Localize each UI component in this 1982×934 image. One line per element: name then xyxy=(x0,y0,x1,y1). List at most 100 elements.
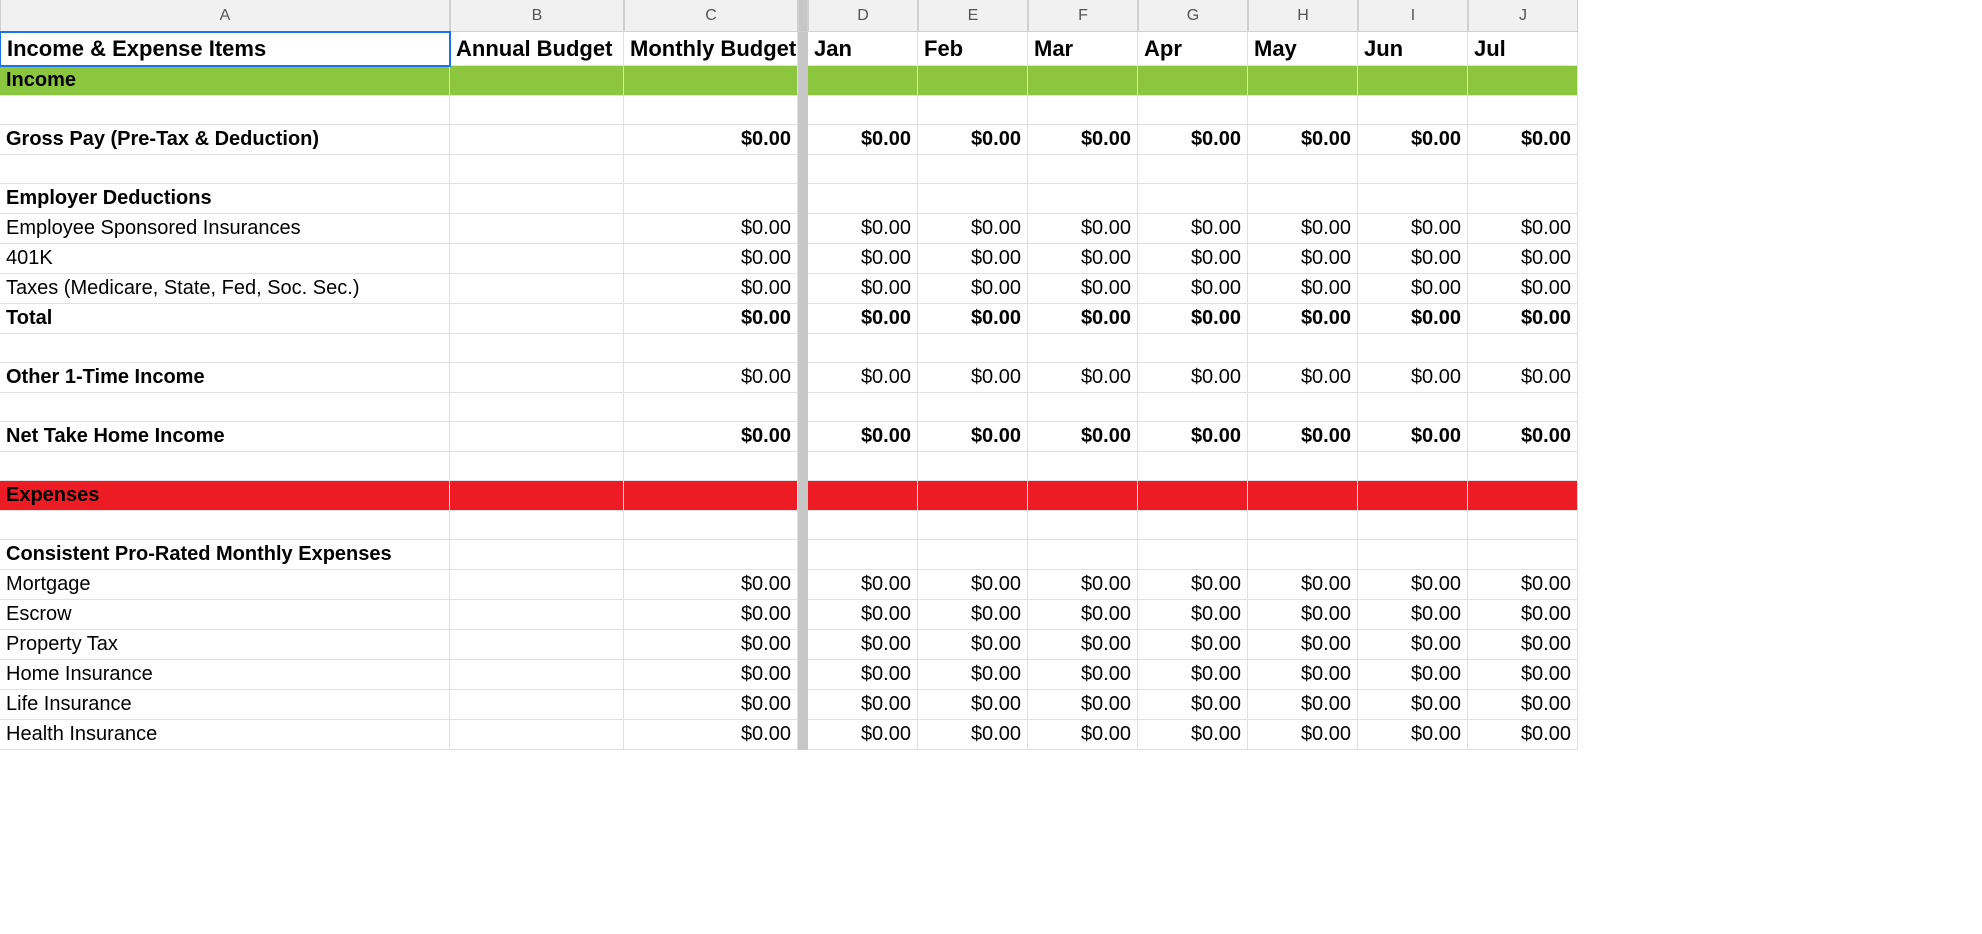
cell-r6-J[interactable]: $0.00 xyxy=(1468,244,1578,274)
cell-r16-G[interactable] xyxy=(1138,540,1248,570)
cell-r5-C[interactable]: $0.00 xyxy=(624,214,798,244)
cell-r11-A[interactable] xyxy=(0,393,450,422)
cell-r13-I[interactable] xyxy=(1358,452,1468,481)
cell-r21-H[interactable]: $0.00 xyxy=(1248,690,1358,720)
cell-r22-F[interactable]: $0.00 xyxy=(1028,720,1138,750)
cell-r20-I[interactable]: $0.00 xyxy=(1358,660,1468,690)
cell-r4-H[interactable] xyxy=(1248,184,1358,214)
cell-r8-G[interactable]: $0.00 xyxy=(1138,304,1248,334)
cell-r20-F[interactable]: $0.00 xyxy=(1028,660,1138,690)
cell-r4-G[interactable] xyxy=(1138,184,1248,214)
cell-r5-E[interactable]: $0.00 xyxy=(918,214,1028,244)
cell-r8-C[interactable]: $0.00 xyxy=(624,304,798,334)
cell-r20-J[interactable]: $0.00 xyxy=(1468,660,1578,690)
cell-r22-G[interactable]: $0.00 xyxy=(1138,720,1248,750)
cell-r15-E[interactable] xyxy=(918,511,1028,540)
cell-r6-H[interactable]: $0.00 xyxy=(1248,244,1358,274)
cell-r18-D[interactable]: $0.00 xyxy=(808,600,918,630)
cell-r5-D[interactable]: $0.00 xyxy=(808,214,918,244)
cell-r7-I[interactable]: $0.00 xyxy=(1358,274,1468,304)
cell-r1-G[interactable] xyxy=(1138,96,1248,125)
cell-r6-D[interactable]: $0.00 xyxy=(808,244,918,274)
cell-r11-C[interactable] xyxy=(624,393,798,422)
column-header-D[interactable]: D xyxy=(808,0,918,32)
cell-r3-H[interactable] xyxy=(1248,155,1358,184)
cell-r8-J[interactable]: $0.00 xyxy=(1468,304,1578,334)
cell-r13-H[interactable] xyxy=(1248,452,1358,481)
cell-r19-H[interactable]: $0.00 xyxy=(1248,630,1358,660)
cell-r3-I[interactable] xyxy=(1358,155,1468,184)
cell-r12-G[interactable]: $0.00 xyxy=(1138,422,1248,452)
cell-r21-C[interactable]: $0.00 xyxy=(624,690,798,720)
cell-r17-I[interactable]: $0.00 xyxy=(1358,570,1468,600)
cell-r18-H[interactable]: $0.00 xyxy=(1248,600,1358,630)
cell-r7-J[interactable]: $0.00 xyxy=(1468,274,1578,304)
column-header-H[interactable]: H xyxy=(1248,0,1358,32)
cell-r14-G[interactable] xyxy=(1138,481,1248,511)
cell-r18-G[interactable]: $0.00 xyxy=(1138,600,1248,630)
cell-r17-C[interactable]: $0.00 xyxy=(624,570,798,600)
cell-r12-C[interactable]: $0.00 xyxy=(624,422,798,452)
cell-r0-C[interactable] xyxy=(624,66,798,96)
cell-r18-C[interactable]: $0.00 xyxy=(624,600,798,630)
cell-r7-F[interactable]: $0.00 xyxy=(1028,274,1138,304)
cell-r9-G[interactable] xyxy=(1138,334,1248,363)
cell-r3-J[interactable] xyxy=(1468,155,1578,184)
cell-r1-B[interactable] xyxy=(450,96,624,125)
header-cell-A[interactable]: Income & Expense Items xyxy=(0,31,451,67)
cell-r15-J[interactable] xyxy=(1468,511,1578,540)
header-cell-E[interactable]: Feb xyxy=(918,32,1028,66)
cell-r0-H[interactable] xyxy=(1248,66,1358,96)
cell-r4-A[interactable]: Employer Deductions xyxy=(0,184,450,214)
cell-r1-C[interactable] xyxy=(624,96,798,125)
cell-r0-A[interactable]: Income xyxy=(0,66,450,96)
cell-r20-D[interactable]: $0.00 xyxy=(808,660,918,690)
cell-r20-A[interactable]: Home Insurance xyxy=(0,660,450,690)
cell-r3-C[interactable] xyxy=(624,155,798,184)
cell-r13-D[interactable] xyxy=(808,452,918,481)
cell-r22-D[interactable]: $0.00 xyxy=(808,720,918,750)
cell-r10-A[interactable]: Other 1-Time Income xyxy=(0,363,450,393)
cell-r4-E[interactable] xyxy=(918,184,1028,214)
cell-r9-E[interactable] xyxy=(918,334,1028,363)
cell-r18-F[interactable]: $0.00 xyxy=(1028,600,1138,630)
cell-r2-H[interactable]: $0.00 xyxy=(1248,125,1358,155)
cell-r16-B[interactable] xyxy=(450,540,624,570)
cell-r21-I[interactable]: $0.00 xyxy=(1358,690,1468,720)
cell-r1-F[interactable] xyxy=(1028,96,1138,125)
cell-r8-E[interactable]: $0.00 xyxy=(918,304,1028,334)
column-header-C[interactable]: C xyxy=(624,0,798,32)
cell-r20-H[interactable]: $0.00 xyxy=(1248,660,1358,690)
column-header-B[interactable]: B xyxy=(450,0,624,32)
cell-r19-A[interactable]: Property Tax xyxy=(0,630,450,660)
cell-r16-D[interactable] xyxy=(808,540,918,570)
cell-r5-I[interactable]: $0.00 xyxy=(1358,214,1468,244)
cell-r14-I[interactable] xyxy=(1358,481,1468,511)
cell-r5-B[interactable] xyxy=(450,214,624,244)
cell-r2-J[interactable]: $0.00 xyxy=(1468,125,1578,155)
cell-r14-A[interactable]: Expenses xyxy=(0,481,450,511)
header-cell-D[interactable]: Jan xyxy=(808,32,918,66)
cell-r0-J[interactable] xyxy=(1468,66,1578,96)
cell-r5-F[interactable]: $0.00 xyxy=(1028,214,1138,244)
cell-r9-J[interactable] xyxy=(1468,334,1578,363)
cell-r7-G[interactable]: $0.00 xyxy=(1138,274,1248,304)
cell-r17-D[interactable]: $0.00 xyxy=(808,570,918,600)
cell-r8-F[interactable]: $0.00 xyxy=(1028,304,1138,334)
cell-r15-G[interactable] xyxy=(1138,511,1248,540)
cell-r12-H[interactable]: $0.00 xyxy=(1248,422,1358,452)
cell-r15-I[interactable] xyxy=(1358,511,1468,540)
cell-r1-I[interactable] xyxy=(1358,96,1468,125)
column-header-I[interactable]: I xyxy=(1358,0,1468,32)
cell-r10-B[interactable] xyxy=(450,363,624,393)
cell-r21-E[interactable]: $0.00 xyxy=(918,690,1028,720)
cell-r11-F[interactable] xyxy=(1028,393,1138,422)
cell-r18-J[interactable]: $0.00 xyxy=(1468,600,1578,630)
cell-r22-A[interactable]: Health Insurance xyxy=(0,720,450,750)
header-cell-B[interactable]: Annual Budget xyxy=(450,32,624,66)
cell-r14-B[interactable] xyxy=(450,481,624,511)
cell-r0-B[interactable] xyxy=(450,66,624,96)
header-cell-I[interactable]: Jun xyxy=(1358,32,1468,66)
cell-r18-A[interactable]: Escrow xyxy=(0,600,450,630)
cell-r10-I[interactable]: $0.00 xyxy=(1358,363,1468,393)
